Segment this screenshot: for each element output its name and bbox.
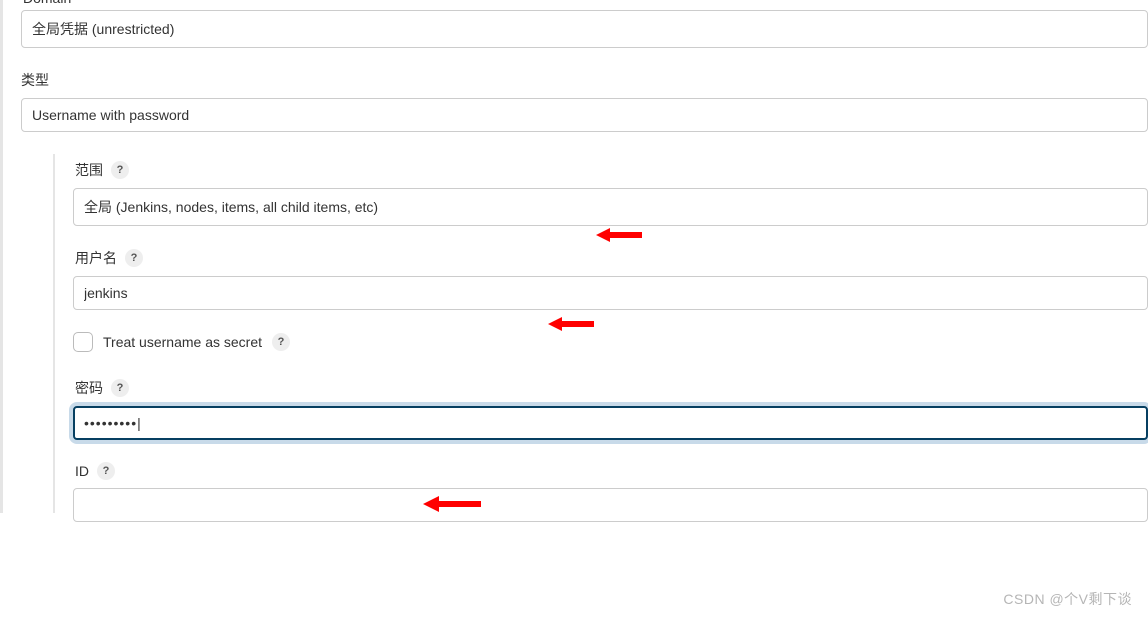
help-icon[interactable]: ? <box>111 379 129 397</box>
treat-secret-label: Treat username as secret <box>103 334 262 350</box>
help-icon[interactable]: ? <box>111 161 129 179</box>
password-label: 密码 <box>75 378 103 398</box>
password-input[interactable] <box>73 406 1148 440</box>
scope-label: 范围 <box>75 160 103 180</box>
id-label: ID <box>75 463 89 479</box>
domain-label: Domain <box>21 0 1148 6</box>
username-label: 用户名 <box>75 248 117 268</box>
username-input[interactable] <box>73 276 1148 310</box>
id-input[interactable] <box>73 488 1148 522</box>
domain-select[interactable]: 全局凭据 (unrestricted) <box>21 10 1148 48</box>
type-select[interactable]: Username with password <box>21 98 1148 132</box>
help-icon[interactable]: ? <box>125 249 143 267</box>
help-icon[interactable]: ? <box>97 462 115 480</box>
scope-select[interactable]: 全局 (Jenkins, nodes, items, all child ite… <box>73 188 1148 226</box>
watermark: CSDN @个V剩下谈 <box>1003 589 1132 609</box>
type-label: 类型 <box>21 70 49 90</box>
treat-secret-checkbox[interactable] <box>73 332 93 352</box>
help-icon[interactable]: ? <box>272 333 290 351</box>
